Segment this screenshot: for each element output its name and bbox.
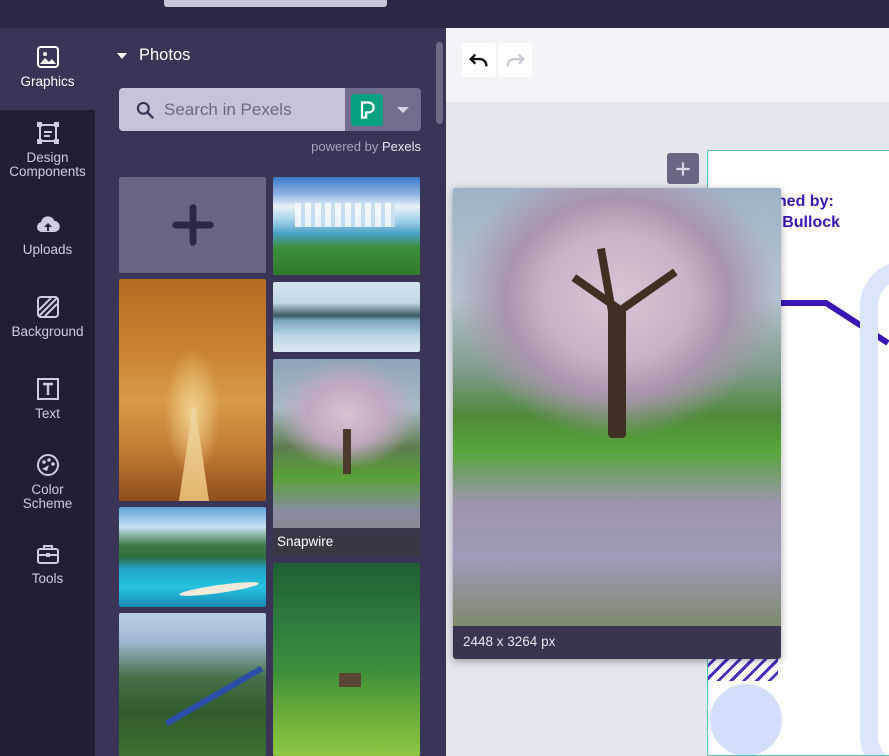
search-box [119,88,345,131]
sidebar-item-label: Background [11,324,84,339]
pexels-link[interactable]: Pexels [382,139,421,154]
powered-by-prefix: powered by [311,139,379,154]
image-dimensions: 2448 x 3264 px [463,634,556,649]
chevron-down-icon [397,106,409,113]
cloud-upload-icon [35,212,61,238]
photos-section-toggle[interactable]: Photos [117,46,190,65]
sidebar-item-tools[interactable]: Tools [0,541,95,597]
sidebar-item-design-components[interactable]: Design Components [0,120,95,192]
photo-thumbnail-forest[interactable] [273,563,420,756]
top-bar [0,0,889,28]
tree-trunk [343,429,351,474]
pexels-logo-icon [351,93,383,126]
search-icon [136,101,154,119]
powered-by-credit: powered by Pexels [311,139,421,154]
sidebar-rail: Graphics Design Components Uploads Backg… [0,28,95,756]
top-bar-field[interactable] [164,0,387,7]
plus-icon [676,161,690,176]
add-page-button[interactable] [667,153,699,184]
sidebar-item-color-scheme[interactable]: Color Scheme [0,452,95,522]
sidebar-item-label: Color Scheme [22,482,73,511]
sidebar-item-text[interactable]: Text [0,376,95,432]
sidebar-item-background[interactable]: Background [0,294,95,350]
decorative-circle [710,684,782,755]
photo-thumbnail-lake[interactable] [273,282,420,352]
toolbox-icon [35,541,61,567]
preview-pointer [446,395,453,411]
photo-caption: Snapwire [273,528,420,556]
search-input[interactable] [164,99,344,120]
components-icon [35,120,61,146]
redo-button[interactable] [498,43,532,77]
sidebar-item-uploads[interactable]: Uploads [0,212,95,268]
photo-thumbnail-autumn[interactable] [119,279,266,501]
sidebar-item-label: Uploads [22,242,73,257]
caret-down-icon [117,52,127,59]
tree-trunk [608,308,626,438]
background-hatch-icon [35,294,61,320]
add-photo-button[interactable] [119,177,266,273]
sidebar-item-label: Text [35,406,60,421]
undo-icon [469,53,488,67]
section-title: Photos [139,46,191,64]
preview-image [453,188,781,626]
photos-panel: Photos powered by Pexels Snapwire [95,28,446,756]
image-icon [35,44,61,70]
photo-thumbnail-tropical[interactable] [119,507,266,607]
tree-branch [615,268,678,316]
panel-scrollbar[interactable] [436,42,443,124]
photo-thumbnail-waterfall[interactable] [273,177,420,275]
plus-icon [171,204,214,246]
decorative-ring [860,261,889,755]
photo-source-dropdown[interactable] [345,88,421,131]
photo-preview-popover: 2448 x 3264 px [453,188,781,659]
photo-thumbnail-tree[interactable]: Snapwire [273,359,420,556]
editor-toolbar [446,28,889,102]
sidebar-item-label: Design Components [9,150,86,179]
redo-icon [506,53,525,67]
sidebar-item-label: Graphics [20,74,75,89]
sidebar-item-label: Tools [31,571,64,586]
palette-icon [35,452,61,478]
sidebar-item-graphics[interactable]: Graphics [0,28,95,110]
undo-button[interactable] [462,43,496,77]
text-icon [35,376,61,402]
photo-thumbnail-mountain[interactable] [119,613,266,756]
